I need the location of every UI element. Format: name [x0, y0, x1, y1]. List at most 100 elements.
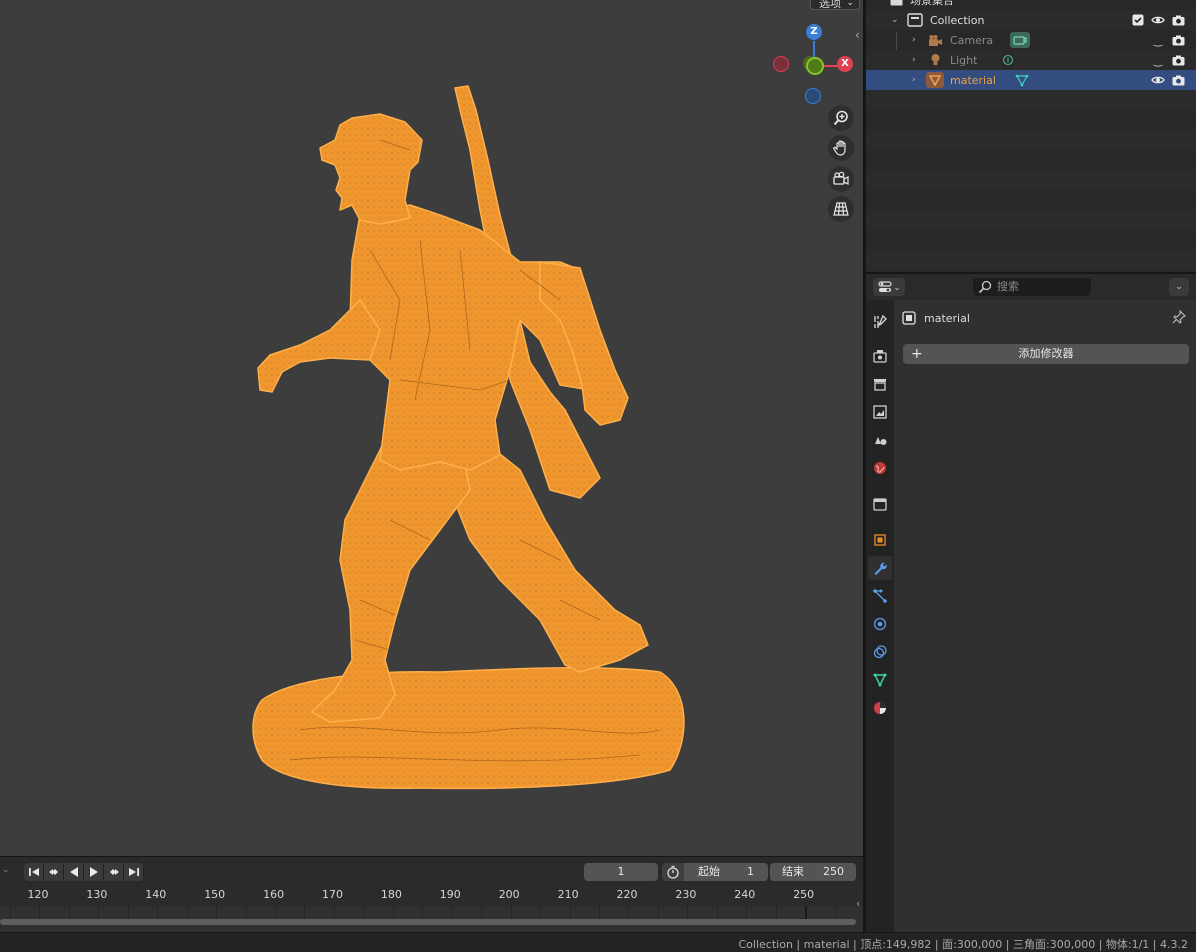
tab-material[interactable]	[868, 696, 892, 720]
gizmo-neg-x-axis[interactable]	[773, 56, 789, 72]
tab-modifiers[interactable]	[868, 556, 892, 580]
mesh-data-icon[interactable]	[1014, 72, 1030, 88]
timeline-sidebar-toggle-icon[interactable]: ‹	[856, 897, 860, 910]
timeline-scrollbar[interactable]	[0, 919, 856, 925]
tab-object[interactable]	[868, 528, 892, 552]
tab-physics[interactable]	[868, 612, 892, 636]
physics-icon	[873, 617, 887, 631]
timeline-ruler[interactable]: 120 130 140 150 160 170 180 190 200 210 220 230 240 2…	[0, 884, 863, 906]
render-camera-icon[interactable]	[1171, 33, 1185, 47]
perspective-toggle-button[interactable]	[828, 196, 854, 222]
3d-viewport[interactable]: 选项 ⌄ ‹ Z X	[0, 0, 863, 856]
prev-keyframe-icon	[48, 869, 58, 875]
tab-tool[interactable]	[868, 310, 892, 334]
gizmo-y-axis[interactable]	[806, 57, 824, 75]
outliner-empty-row	[866, 210, 1196, 230]
chevron-down-icon[interactable]: ⌄	[891, 15, 899, 25]
material-icon	[874, 702, 886, 714]
timeline-tick-label: 160	[263, 888, 285, 901]
options-dropdown[interactable]: 选项 ⌄	[810, 0, 860, 10]
timeline-tick-label: 180	[380, 888, 402, 901]
camera-icon	[833, 171, 849, 185]
scene-collection-icon	[888, 0, 904, 8]
tab-constraints[interactable]	[868, 640, 892, 664]
eye-icon[interactable]	[1151, 73, 1165, 87]
jump-end-icon	[128, 868, 139, 876]
outliner-item-material[interactable]: › material	[866, 70, 1196, 90]
tool-icon	[874, 314, 887, 328]
timeline-tick-label: 250	[793, 888, 815, 901]
timeline-tick-label: 230	[675, 888, 697, 901]
timeline-menu-chevron-icon[interactable]: ⌄	[2, 865, 10, 875]
jump-to-end-button[interactable]	[124, 863, 144, 881]
outliner-item-label: Light	[950, 53, 978, 67]
start-label: 起始	[698, 865, 720, 878]
tab-scene[interactable]	[868, 428, 892, 452]
outliner-item-camera[interactable]: › Camera ‿	[866, 30, 1196, 50]
timeline-tick-label: 200	[498, 888, 520, 901]
plus-icon: +	[911, 346, 923, 362]
start-frame-field[interactable]: 起始 1	[684, 863, 768, 881]
zoom-button[interactable]	[828, 105, 854, 131]
properties-header: ⌄ 搜索 ⌄	[866, 274, 1196, 300]
properties-options-dropdown[interactable]: ⌄	[1169, 278, 1189, 296]
wrench-icon	[874, 562, 887, 575]
timeline-tick-label: 210	[557, 888, 579, 901]
play-reverse-button[interactable]	[64, 863, 84, 881]
selected-mesh-object[interactable]	[240, 80, 700, 800]
add-modifier-label: 添加修改器	[1018, 347, 1074, 360]
timeline-tick-label: 240	[734, 888, 756, 901]
chevron-right-icon[interactable]: ›	[912, 35, 916, 45]
collection-icon	[907, 12, 923, 28]
pin-icon[interactable]	[1172, 309, 1186, 327]
eye-closed-icon[interactable]: ‿	[1151, 33, 1165, 47]
properties-search-input[interactable]: 搜索	[973, 278, 1091, 296]
chevron-right-icon[interactable]: ›	[912, 55, 916, 65]
editor-type-button[interactable]: ⌄	[873, 278, 905, 296]
use-preview-range-button[interactable]	[662, 863, 684, 881]
render-camera-icon[interactable]	[1171, 53, 1185, 67]
outliner-item-light[interactable]: › Light ‿	[866, 50, 1196, 70]
camera-view-button[interactable]	[828, 166, 854, 192]
gizmo-neg-z-axis[interactable]	[805, 88, 821, 104]
collection-row[interactable]: ⌄ Collection	[866, 10, 1196, 30]
scene-collection-row[interactable]: 场景集合	[866, 0, 1196, 10]
render-camera-icon[interactable]	[1171, 73, 1185, 87]
options-label: 选项	[819, 0, 841, 10]
eye-closed-icon[interactable]: ‿	[1151, 53, 1165, 67]
pan-button[interactable]	[828, 135, 854, 161]
status-bar: Collection | material | 顶点:149,982 | 面:3…	[0, 932, 1196, 952]
jump-to-keyframe-prev-button[interactable]	[44, 863, 64, 881]
end-value: 250	[823, 865, 844, 878]
tab-view-layer[interactable]	[868, 400, 892, 424]
chevron-right-icon[interactable]: ›	[912, 75, 916, 85]
exclude-checkbox[interactable]	[1131, 13, 1145, 27]
timeline-header: ⌄ 1 起始 1 结束 250	[0, 856, 863, 884]
tab-render[interactable]	[868, 344, 892, 368]
end-frame-field[interactable]: 结束 250	[770, 863, 856, 881]
area-split-vertical[interactable]	[863, 0, 866, 932]
add-modifier-button[interactable]: + 添加修改器	[903, 344, 1189, 364]
scene-collection-label: 场景集合	[910, 0, 954, 7]
current-frame-field[interactable]: 1	[584, 863, 658, 881]
tab-data[interactable]	[868, 668, 892, 692]
tab-collection[interactable]	[868, 492, 892, 516]
camera-data-icon[interactable]	[1010, 32, 1030, 48]
light-data-icon[interactable]	[1000, 52, 1016, 68]
scene-icon	[875, 437, 887, 445]
jump-to-start-button[interactable]	[24, 863, 44, 881]
render-camera-icon[interactable]	[1171, 13, 1185, 27]
play-button[interactable]	[84, 863, 104, 881]
sidebar-toggle-icon[interactable]: ‹	[855, 28, 860, 42]
playback-controls	[24, 863, 144, 881]
object-name: material	[924, 311, 970, 325]
particles-icon	[873, 589, 887, 603]
render-icon	[873, 350, 887, 363]
jump-to-keyframe-next-button[interactable]	[104, 863, 124, 881]
tab-world[interactable]	[868, 456, 892, 480]
stopwatch-icon	[667, 865, 679, 879]
tab-particles[interactable]	[868, 584, 892, 608]
outliner-item-label: material	[950, 73, 996, 87]
tab-output[interactable]	[868, 372, 892, 396]
eye-icon[interactable]	[1151, 13, 1165, 27]
